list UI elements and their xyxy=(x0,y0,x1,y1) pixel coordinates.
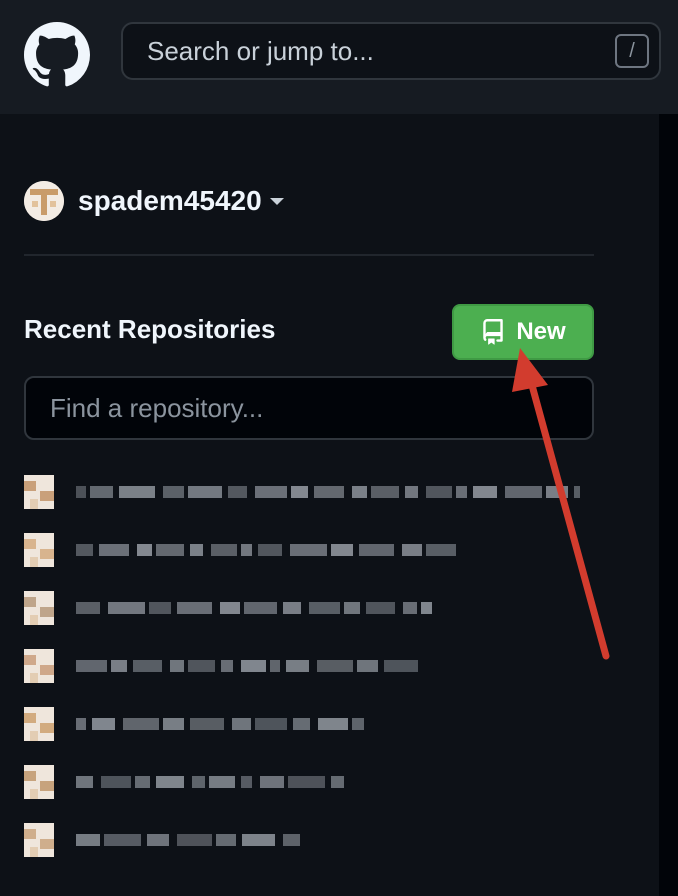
repository-owner-avatar xyxy=(24,649,54,683)
github-mark-icon[interactable] xyxy=(24,22,90,88)
repository-list-item[interactable] xyxy=(24,762,344,802)
repository-list-item[interactable] xyxy=(24,646,426,686)
top-header: / xyxy=(0,0,678,114)
account-switcher[interactable]: spadem45420 xyxy=(24,180,284,222)
sidebar-border xyxy=(659,114,678,896)
repository-name-blurred xyxy=(76,714,364,734)
repository-name-blurred xyxy=(76,482,580,502)
repository-owner-avatar xyxy=(24,823,54,857)
repository-owner-avatar xyxy=(24,765,54,799)
repository-owner-avatar xyxy=(24,533,54,567)
identicon-avatar xyxy=(24,181,64,221)
search-input[interactable] xyxy=(147,24,587,78)
repository-list-item[interactable] xyxy=(24,472,580,512)
new-repository-button[interactable]: New xyxy=(452,304,594,360)
recent-repositories-heading: Recent Repositories xyxy=(24,314,276,344)
repository-owner-avatar xyxy=(24,707,54,741)
repository-name-blurred xyxy=(76,656,426,676)
find-repository-field[interactable] xyxy=(24,376,594,440)
repository-list-item[interactable] xyxy=(24,820,300,860)
repository-name-blurred xyxy=(76,598,432,618)
repository-owner-avatar xyxy=(24,591,54,625)
find-repository-input[interactable] xyxy=(50,378,570,438)
repository-list-item[interactable] xyxy=(24,588,432,628)
username: spadem45420 xyxy=(78,185,262,216)
repository-owner-avatar xyxy=(24,475,54,509)
repository-list-item[interactable] xyxy=(24,530,456,570)
repo-icon xyxy=(483,319,504,345)
repository-list-item[interactable] xyxy=(24,704,364,744)
repository-name-blurred xyxy=(76,772,344,792)
caret-down-icon xyxy=(269,197,284,205)
repository-name-blurred xyxy=(76,830,300,850)
repository-name-blurred xyxy=(76,540,456,560)
divider xyxy=(24,254,594,256)
global-search[interactable]: / xyxy=(121,22,661,80)
search-shortcut-key: / xyxy=(615,34,649,68)
new-button-label: New xyxy=(516,318,566,345)
